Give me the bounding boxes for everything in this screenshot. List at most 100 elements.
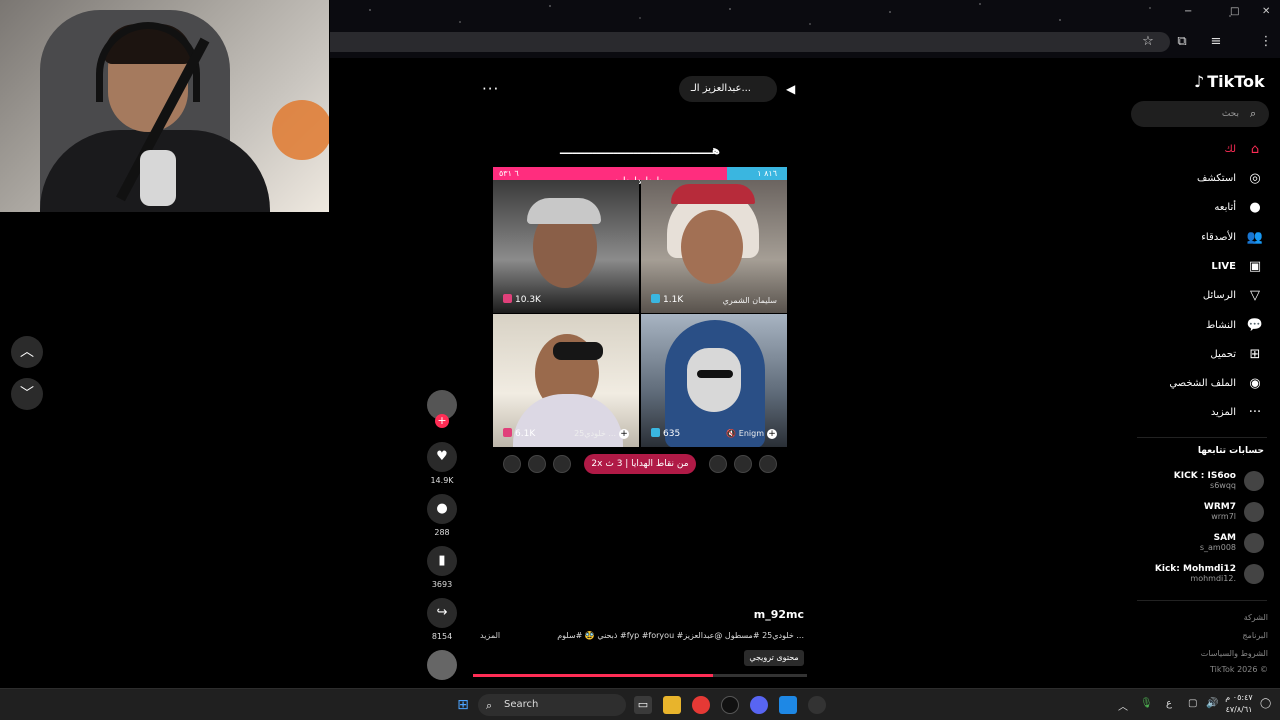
music-disc-icon[interactable] (427, 650, 457, 680)
viewer-avatar[interactable] (528, 455, 546, 473)
live-host-pill[interactable]: عبدالعزيز الـ... (679, 76, 777, 102)
webcam-overlay (0, 0, 329, 212)
tiktok-logo[interactable]: ♪ TikTok (1194, 72, 1265, 91)
heart-icon[interactable]: ♥ (427, 442, 457, 472)
sidebar-item[interactable]: تحميل ⊞ (1210, 345, 1264, 365)
sidebar-icon: 👥 (1246, 230, 1264, 245)
follow-plus-icon[interactable]: + (435, 414, 449, 428)
bookmark-action[interactable]: ▮ 3693 (427, 546, 457, 589)
browser-chrome: − □ ✕ ☆ ⧉ ≡ ⋮ (330, 0, 1280, 58)
comment-action[interactable]: ● 288 (427, 494, 457, 537)
gift-multiplier-bar: 2x من نقاط الهدايا | 3 ث (584, 454, 696, 474)
footer-link[interactable]: الشركة (1244, 613, 1268, 622)
following-account[interactable]: SAM s_am008 (1200, 532, 1264, 558)
tray-chevron-icon[interactable]: ︿ (1118, 698, 1128, 713)
viewer-avatar[interactable] (503, 455, 521, 473)
previous-video-button[interactable]: ︿ (11, 336, 43, 368)
address-bar[interactable] (330, 32, 1170, 52)
shemagh (671, 184, 755, 204)
star-icon[interactable]: ☆ (1140, 34, 1156, 50)
sidebar-item[interactable]: الملف الشخصي ◉ (1169, 374, 1264, 394)
comment-icon[interactable]: ● (427, 494, 457, 524)
app-icon[interactable] (779, 696, 797, 714)
viewer-avatar[interactable] (759, 455, 777, 473)
following-account[interactable]: Kick: Mohmdi12 mohmdi12. (1155, 563, 1264, 589)
live-tile-3[interactable]: 6.1K خلودي25 ... + (493, 314, 639, 447)
file-explorer-icon[interactable] (663, 696, 681, 714)
microphone-icon[interactable]: 🎙 (1140, 698, 1153, 709)
sidebar-item[interactable]: استكشف ◎ (1197, 169, 1264, 189)
following-account[interactable]: KICK : IS6oo s6wqq (1174, 470, 1264, 496)
following-username: s_am008 (1199, 543, 1236, 552)
volume-icon[interactable]: 🔊 (1206, 698, 1218, 709)
guest-face (681, 210, 743, 284)
clock[interactable]: ٠٥:٤٧ م ٤٧/٨/٦١ (1224, 692, 1254, 716)
viewer-avatar[interactable] (553, 455, 571, 473)
sidebar-icon: ▽ (1250, 288, 1260, 303)
obs-icon[interactable] (721, 696, 739, 714)
sidebar-item[interactable]: الأصدقاء 👥 (1201, 228, 1264, 248)
avatar[interactable] (1244, 501, 1264, 522)
extensions-icon[interactable]: ⧉ (1174, 34, 1190, 50)
media-icon[interactable]: ≡ (1208, 34, 1224, 50)
tile-score: 6.1K (503, 428, 535, 439)
discord-icon[interactable] (750, 696, 768, 714)
maximize-button[interactable]: □ (1230, 6, 1239, 17)
settings-icon[interactable] (808, 696, 826, 714)
live-tile-1[interactable]: 10.3K (493, 180, 639, 313)
viewer-avatar[interactable] (709, 455, 727, 473)
sound-disc[interactable] (427, 650, 457, 680)
sidebar-item[interactable]: أتابعه ● (1214, 198, 1264, 218)
following-account-text: WRM7 wrm7l (1204, 502, 1236, 521)
following-account-text: SAM s_am008 (1200, 533, 1236, 552)
avatar[interactable] (1244, 563, 1264, 584)
footer-link[interactable]: TikTok 2026 © (1210, 665, 1268, 674)
author-username[interactable]: m_92mc (700, 608, 804, 621)
video-progress-bar[interactable] (473, 674, 807, 677)
tile-score: 1.1K (651, 294, 683, 305)
tile-score: 635 (651, 428, 680, 439)
taskbar-search[interactable]: Search (478, 694, 626, 716)
close-window-button[interactable]: ✕ (1262, 6, 1270, 17)
avatar[interactable] (1244, 532, 1264, 553)
following-account[interactable]: WRM7 wrm7l (1204, 501, 1264, 527)
sidebar-icon: ⌂ (1250, 142, 1260, 157)
footer-link[interactable]: البرنامج (1242, 631, 1268, 640)
windows-start-icon[interactable]: ⊞ (454, 696, 472, 714)
like-action[interactable]: ♥ 14.9K (427, 442, 457, 485)
search-input[interactable]: بحث (1131, 101, 1269, 127)
network-icon[interactable]: ▢ (1188, 698, 1197, 709)
following-account-text: KICK : IS6oo s6wqq (1174, 471, 1236, 490)
volume-icon[interactable]: ◀ (786, 82, 795, 96)
avatar[interactable] (1244, 470, 1264, 491)
next-video-button[interactable]: ﹀ (11, 378, 43, 410)
sidebar-item[interactable]: الرسائل ▽ (1203, 286, 1264, 306)
pk-left-score: ٦ ٥٣١ (499, 169, 519, 178)
live-tile-2[interactable]: 1.1K سليمان الشمري (641, 180, 787, 313)
mask-eyes (697, 370, 733, 378)
mask (687, 348, 741, 412)
comment-count: 288 (434, 528, 450, 537)
bookmark-icon[interactable]: ▮ (427, 546, 457, 576)
sidebar-item-label: لك (1224, 144, 1236, 155)
creator-avatar[interactable]: + (427, 390, 457, 428)
search-icon[interactable]: ⌕ (1250, 107, 1256, 121)
sidebar-item[interactable]: لك ⌂ (1225, 140, 1264, 160)
caption-more-link[interactable]: المزيد (480, 631, 500, 640)
share-icon[interactable]: ↪ (427, 598, 457, 628)
language-indicator[interactable]: ع (1166, 698, 1172, 709)
sidebar-item[interactable]: النشاط 💬 (1206, 316, 1264, 336)
notifications-icon[interactable]: ◯ (1260, 698, 1271, 709)
sidebar-item[interactable]: المزيد ··· (1211, 403, 1264, 423)
more-options-icon[interactable]: ··· (482, 80, 499, 98)
menu-icon[interactable]: ⋮ (1258, 34, 1274, 50)
share-action[interactable]: ↪ 8154 (427, 598, 457, 641)
sidebar-item[interactable]: LIVE ▣ (1211, 257, 1264, 277)
chrome-icon[interactable] (692, 696, 710, 714)
task-view-icon[interactable]: ▭ (634, 696, 652, 714)
following-title: حسابات تتابعها (1197, 446, 1264, 456)
viewer-avatar[interactable] (734, 455, 752, 473)
minimize-button[interactable]: − (1184, 6, 1192, 17)
live-tile-4[interactable]: 635 🔇 Enigm + (641, 314, 787, 447)
footer-link[interactable]: الشروط والسياسات (1201, 649, 1268, 658)
